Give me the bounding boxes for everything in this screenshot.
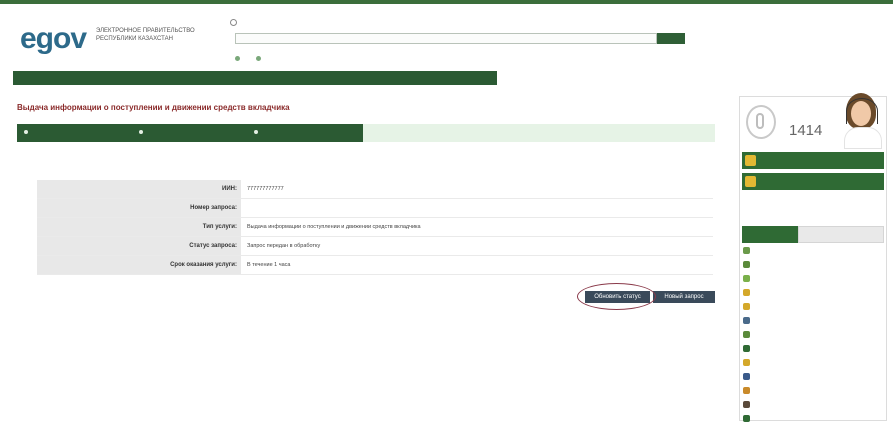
list-item[interactable] xyxy=(743,261,883,269)
step-1 xyxy=(17,124,132,142)
radio-icon xyxy=(256,56,262,61)
page-title: Выдача информации о поступлении и движен… xyxy=(17,103,290,112)
check-icon xyxy=(743,415,750,422)
table-row: Срок оказания услуги: В течение 1 часа xyxy=(37,256,713,275)
search-input[interactable] xyxy=(235,33,657,44)
logo-subtitle: ЭЛЕКТРОННОЕ ПРАВИТЕЛЬСТВО РЕСПУБЛИКИ КАЗ… xyxy=(96,28,195,42)
main-nav xyxy=(13,71,497,85)
car-icon xyxy=(743,317,750,324)
row-label: ИИН: xyxy=(37,180,241,198)
top-links xyxy=(340,18,364,24)
tab-popular-services[interactable] xyxy=(798,226,884,243)
operator-avatar xyxy=(842,93,882,149)
sidebar-tabs xyxy=(742,226,884,243)
table-row: Номер запроса: xyxy=(37,199,713,218)
step-bullet-icon xyxy=(139,130,143,134)
pencil-icon xyxy=(743,359,750,366)
list-item[interactable] xyxy=(743,401,883,409)
bag-icon xyxy=(743,387,750,394)
bell-icon xyxy=(743,345,750,352)
search-radio-services[interactable] xyxy=(235,56,243,63)
list-item[interactable] xyxy=(743,303,883,311)
row-value: Запрос передан в обработку xyxy=(247,243,321,249)
egov-logo[interactable]: egov xyxy=(20,22,92,56)
search-scope-options xyxy=(235,56,276,63)
history-icon xyxy=(743,275,750,282)
row-label: Номер запроса: xyxy=(37,199,241,217)
list-item[interactable] xyxy=(743,373,883,381)
row-value: Выдача информации о поступлении и движен… xyxy=(247,224,421,230)
row-value xyxy=(241,199,713,217)
list-item[interactable] xyxy=(743,275,883,283)
document-icon xyxy=(745,155,756,166)
new-request-button[interactable]: Новый запрос xyxy=(653,291,715,303)
list-item[interactable] xyxy=(743,387,883,395)
table-row: Статус запроса: Запрос передан в обработ… xyxy=(37,237,713,256)
step-bullet-icon xyxy=(24,130,28,134)
row-label: Статус запроса: xyxy=(37,237,241,255)
mail-icon xyxy=(743,373,750,380)
right-sidebar: 1414 xyxy=(739,93,887,422)
wizard-steps xyxy=(17,124,363,142)
row-label: Срок оказания услуги: xyxy=(37,256,241,274)
search-icon xyxy=(230,19,237,26)
contacts-icon xyxy=(745,176,756,187)
list-item[interactable] xyxy=(743,359,883,367)
ezpf-operations-link[interactable] xyxy=(742,152,884,169)
user-icon xyxy=(743,247,750,254)
list-item[interactable] xyxy=(743,331,883,339)
table-row: Тип услуги: Выдача информации о поступле… xyxy=(37,218,713,237)
list-item[interactable] xyxy=(743,317,883,325)
briefcase-icon xyxy=(743,401,750,408)
dollar-icon xyxy=(743,331,750,338)
row-value: В течение 1 часа xyxy=(247,262,291,268)
list-item[interactable] xyxy=(743,289,883,297)
headset-icon xyxy=(846,98,878,124)
call-center-panel: 1414 xyxy=(740,93,886,149)
table-row: ИИН: 777777777777 xyxy=(37,180,713,199)
coin-icon xyxy=(743,289,750,296)
request-info-table: ИИН: 777777777777 Номер запроса: Тип усл… xyxy=(37,180,713,275)
step-bullet-icon xyxy=(254,130,258,134)
sidebar-links xyxy=(743,247,883,429)
search-button[interactable] xyxy=(657,33,685,44)
dollar-icon xyxy=(743,261,750,268)
list-item[interactable] xyxy=(743,345,883,353)
radio-icon xyxy=(235,56,240,61)
list-item[interactable] xyxy=(743,415,883,423)
ezpf-contacts-link[interactable] xyxy=(742,173,884,190)
top-accent-line xyxy=(0,0,893,4)
step-2 xyxy=(132,124,247,142)
row-value: 777777777777 xyxy=(247,186,284,192)
highlight-circle xyxy=(577,283,656,310)
step-3 xyxy=(247,124,362,142)
call-center-number: 1414 xyxy=(789,122,823,139)
search-radio-site[interactable] xyxy=(256,56,264,63)
list-item[interactable] xyxy=(743,247,883,255)
steps-progress-track xyxy=(363,124,715,142)
coin-icon xyxy=(743,303,750,310)
phone-icon xyxy=(746,105,776,139)
tab-my-portal[interactable] xyxy=(742,226,798,243)
row-label: Тип услуги: xyxy=(37,218,241,236)
